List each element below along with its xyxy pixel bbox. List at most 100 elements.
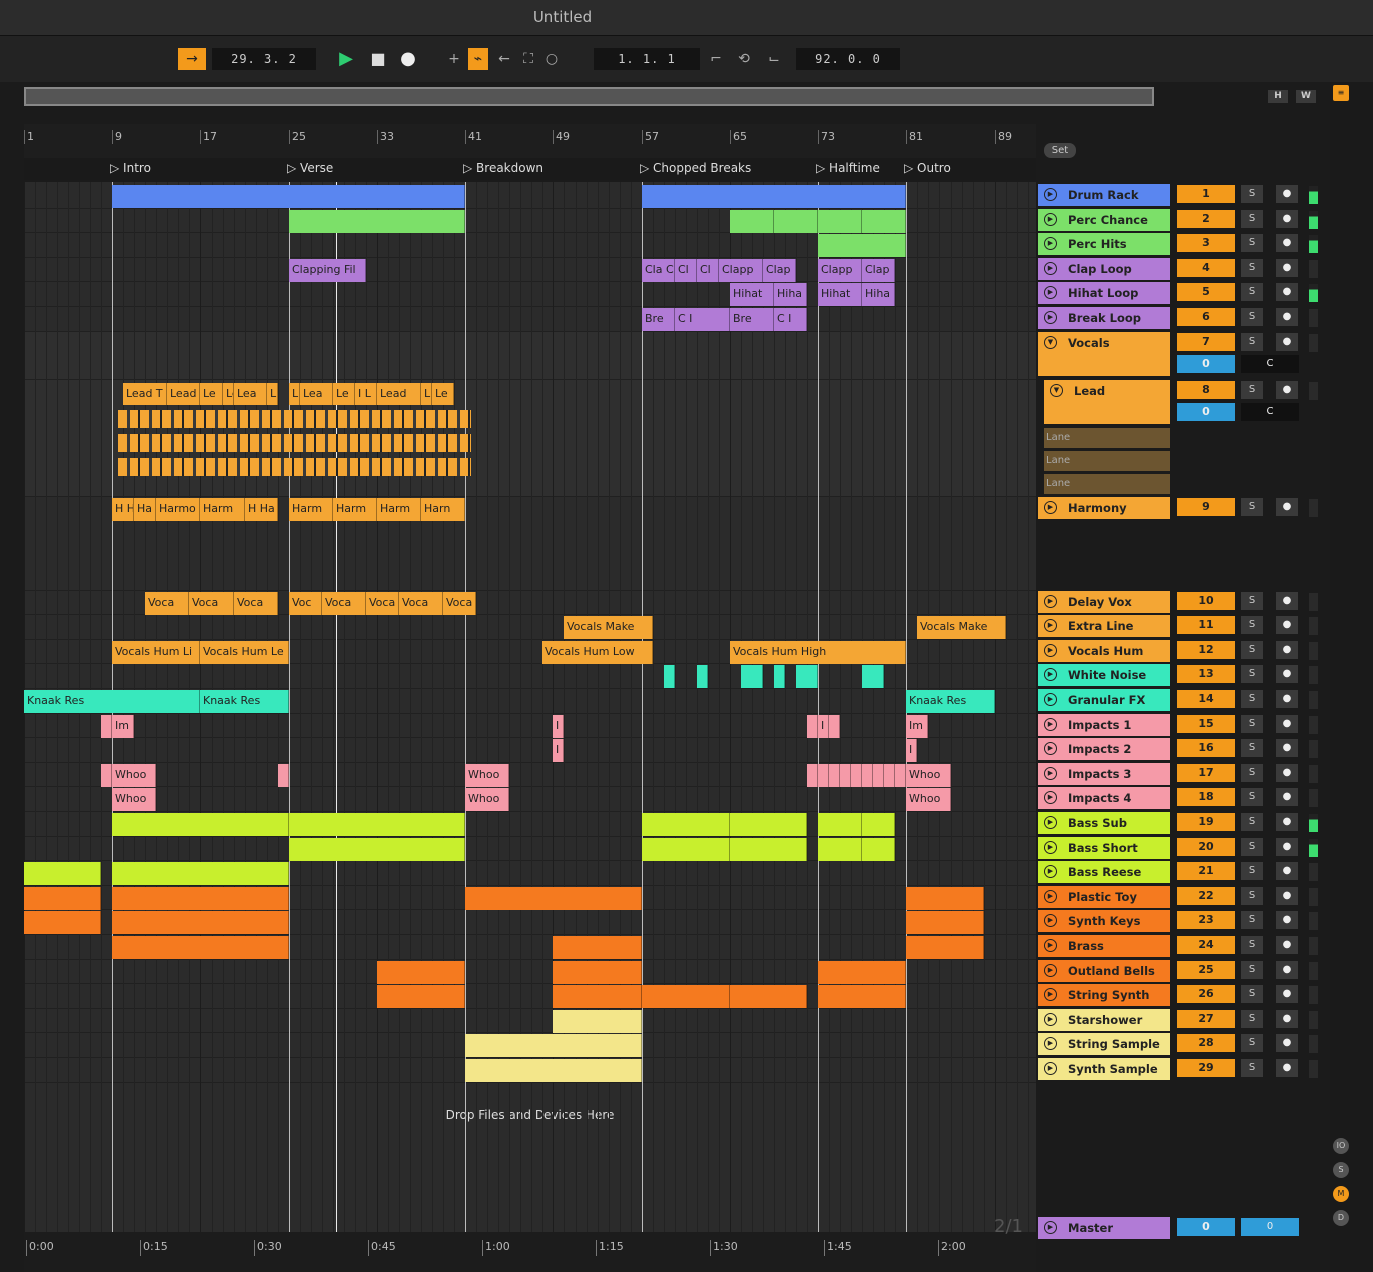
clip[interactable]: Vocals Hum High — [730, 640, 906, 664]
clip[interactable]: Voca — [366, 591, 399, 615]
record-icon[interactable]: ● — [398, 48, 418, 70]
solo-button[interactable]: S — [1241, 209, 1263, 228]
clip[interactable] — [24, 886, 101, 910]
song-position[interactable]: 29. 3. 2 — [212, 48, 316, 70]
track-header[interactable]: ▼ Vocals 7 S ● 0 C — [1036, 331, 1326, 378]
session-record-icon[interactable]: ○ — [542, 48, 562, 70]
clip[interactable]: Hiha — [862, 283, 895, 307]
solo-button[interactable]: S — [1241, 497, 1263, 516]
clip[interactable] — [553, 936, 642, 959]
arm-icon[interactable]: ● — [1276, 380, 1298, 399]
clip[interactable]: Knaak Res — [200, 690, 289, 713]
solo-button[interactable]: S — [1241, 739, 1263, 758]
clip[interactable] — [807, 714, 818, 738]
track-activator[interactable]: 29 — [1177, 1059, 1235, 1077]
track-name-impacts-2[interactable]: ▶ Impacts 2 — [1038, 738, 1170, 761]
take-lane-header[interactable]: Lane — [1044, 473, 1170, 494]
arm-icon[interactable]: ● — [1276, 1059, 1298, 1077]
track-activator[interactable]: 1 — [1177, 185, 1235, 203]
clip[interactable]: Vocals Hum Le — [200, 640, 289, 664]
track-play-icon[interactable]: ▶ — [1044, 500, 1057, 514]
track-name-granular-fx[interactable]: ▶ Granular FX — [1038, 689, 1170, 711]
track-header[interactable]: ▶ String Sample 28 S ● — [1036, 1033, 1326, 1056]
clip[interactable] — [862, 837, 895, 861]
time-ruler[interactable]: 0:00 0:15 0:30 0:45 1:00 1:15 1:30 1:45 2:00 2/1 — [24, 1216, 1036, 1272]
track-play-icon[interactable]: ▶ — [1044, 963, 1057, 977]
arm-icon[interactable]: ● — [1276, 332, 1298, 351]
track-header[interactable]: ▶ Harmony 9 S ● — [1036, 496, 1326, 520]
track-header[interactable]: ▶ Plastic Toy 22 S ● — [1036, 885, 1326, 909]
arm-icon[interactable]: ● — [1276, 886, 1298, 905]
arm-icon[interactable]: ● — [1276, 763, 1298, 782]
track-header[interactable]: ▶ Synth Keys 23 S ● — [1036, 910, 1326, 933]
track-header[interactable]: ▶ Vocals Hum 12 S ● — [1036, 639, 1326, 663]
track-name-perc-hits[interactable]: ▶ Perc Hits — [1038, 233, 1170, 256]
track-name-plastic-toy[interactable]: ▶ Plastic Toy — [1038, 885, 1170, 908]
track-name-harmony[interactable]: ▶ Harmony — [1038, 496, 1170, 519]
clip[interactable]: I — [818, 714, 829, 738]
track-play-icon[interactable]: ▶ — [1044, 286, 1057, 300]
clip[interactable] — [884, 763, 895, 787]
clip[interactable] — [906, 886, 984, 910]
solo-button[interactable]: S — [1241, 985, 1263, 1004]
master-track-name[interactable]: ▶ Master — [1038, 1217, 1170, 1239]
clip[interactable]: Hihat — [730, 283, 774, 307]
clip[interactable] — [553, 1009, 642, 1033]
locator-bar[interactable]: ▷ Intro ▷ Verse ▷ Breakdown ▷ Chopped Break… — [24, 158, 1036, 180]
clip[interactable] — [112, 813, 289, 836]
track-name-string-synth[interactable]: ▶ String Synth — [1038, 984, 1170, 1007]
clip[interactable] — [377, 960, 465, 984]
take-lane-audio[interactable] — [118, 433, 471, 452]
track-play-icon[interactable]: ▶ — [1044, 766, 1057, 780]
clip[interactable] — [807, 763, 818, 787]
clip[interactable]: Le — [223, 382, 234, 405]
clip[interactable]: Voca — [234, 591, 278, 615]
track-name-delay-vox[interactable]: ▶ Delay Vox — [1038, 590, 1170, 613]
track-name-extra-line[interactable]: ▶ Extra Line — [1038, 615, 1170, 638]
clip[interactable] — [101, 763, 112, 787]
track-activator[interactable]: 13 — [1177, 665, 1235, 684]
arm-icon[interactable]: ● — [1276, 862, 1298, 881]
track-name-bass-sub[interactable]: ▶ Bass Sub — [1038, 812, 1170, 834]
clip[interactable]: L — [421, 382, 432, 405]
solo-button[interactable]: S — [1241, 837, 1263, 856]
track-play-icon[interactable]: ▶ — [1044, 212, 1057, 226]
arm-icon[interactable]: ● — [1276, 813, 1298, 831]
track-header[interactable]: ▶ Perc Chance 2 S ● — [1036, 208, 1326, 232]
track-play-icon[interactable]: ▶ — [1044, 840, 1057, 854]
clip[interactable] — [642, 813, 730, 836]
clip[interactable] — [851, 763, 862, 787]
clip[interactable]: Voca — [322, 591, 366, 615]
clip[interactable] — [730, 985, 807, 1009]
clip[interactable] — [465, 1059, 642, 1082]
clip[interactable]: Bre — [730, 308, 774, 331]
clip[interactable]: Cl — [697, 258, 719, 282]
track-activator[interactable]: 3 — [1177, 234, 1235, 253]
track-activator[interactable]: 14 — [1177, 690, 1235, 708]
track-name-white-noise[interactable]: ▶ White Noise — [1038, 664, 1170, 687]
arm-icon[interactable]: ● — [1276, 788, 1298, 807]
clip[interactable] — [873, 763, 884, 787]
clip[interactable]: I — [906, 739, 917, 763]
clip[interactable] — [278, 763, 289, 787]
arm-icon[interactable]: ● — [1276, 616, 1298, 635]
track-activator[interactable]: 2 — [1177, 209, 1235, 228]
solo-button[interactable]: S — [1241, 886, 1263, 905]
optimize-width-button[interactable]: W — [1296, 90, 1316, 103]
track-name-synth-sample[interactable]: ▶ Synth Sample — [1038, 1058, 1170, 1080]
clip[interactable] — [862, 665, 884, 689]
clip[interactable] — [289, 209, 465, 233]
clip[interactable]: Lea — [300, 382, 333, 405]
clip[interactable]: Lead — [377, 382, 421, 405]
solo-button[interactable]: S — [1241, 1009, 1263, 1028]
fold-icon[interactable]: ▼ — [1044, 335, 1057, 349]
clip[interactable]: Im — [906, 714, 928, 738]
solo-button[interactable]: S — [1241, 813, 1263, 831]
track-play-icon[interactable]: ▶ — [1044, 816, 1057, 829]
solo-button[interactable]: S — [1241, 911, 1263, 930]
clip[interactable] — [24, 862, 101, 886]
track-header[interactable]: ▶ Bass Reese 21 S ● — [1036, 861, 1326, 884]
punch-out-icon[interactable]: ⌙ — [764, 48, 784, 70]
clip[interactable]: Harn — [421, 497, 465, 521]
mixer-toggle-icon[interactable]: M — [1333, 1186, 1349, 1202]
